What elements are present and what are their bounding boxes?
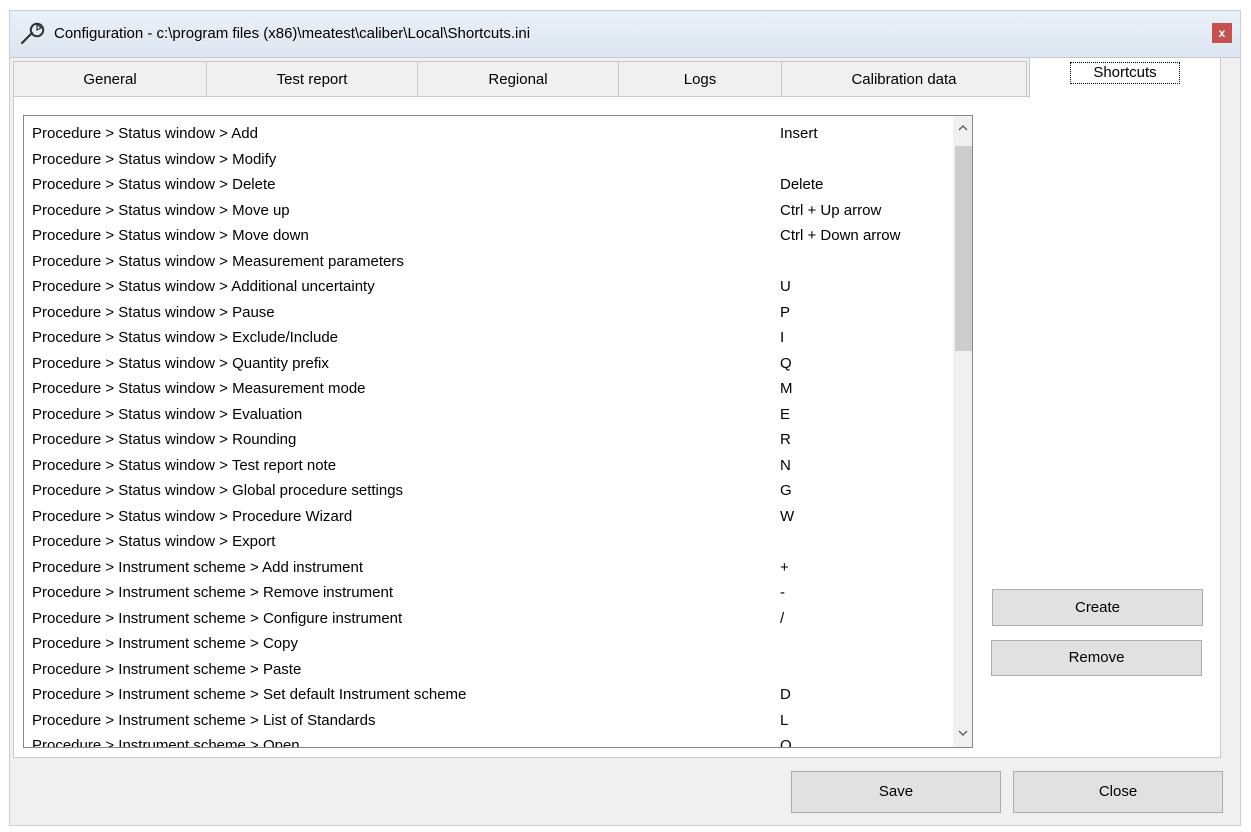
scroll-down-icon[interactable]	[953, 725, 972, 743]
list-item[interactable]: Procedure > Status window > Measurement …	[24, 249, 944, 275]
shortcut-command: Procedure > Status window > Test report …	[32, 456, 337, 474]
shortcut-key: Delete	[780, 176, 824, 193]
shortcut-command: Procedure > Status window > Measurement …	[32, 252, 404, 270]
tab-general[interactable]: General	[13, 61, 207, 97]
vertical-scrollbar[interactable]	[953, 116, 972, 747]
tab-label: General	[83, 71, 137, 88]
shortcut-command: Procedure > Instrument scheme > List of …	[32, 711, 376, 729]
list-item[interactable]: Procedure > Status window > Quantity pre…	[24, 351, 944, 377]
shortcut-command: Procedure > Instrument scheme > Paste	[32, 660, 302, 678]
shortcut-key: R	[780, 431, 791, 448]
shortcut-command: Procedure > Status window > Move down	[32, 227, 309, 244]
close-window-button[interactable]: x	[1212, 23, 1232, 43]
scroll-thumb[interactable]	[955, 146, 972, 351]
shortcut-key: M	[780, 380, 793, 397]
shortcut-command: Procedure > Status window > Rounding	[32, 431, 297, 448]
list-item[interactable]: Procedure > Instrument scheme > Add inst…	[24, 555, 944, 581]
shortcut-command: Procedure > Status window > Procedure Wi…	[32, 507, 353, 525]
tab-calibration-data[interactable]: Calibration data	[781, 61, 1027, 97]
shortcut-key: P	[780, 303, 791, 321]
shortcut-key: O	[780, 737, 792, 748]
shortcut-list[interactable]: Procedure > Instrument scheme > Open O Pro…	[23, 115, 973, 748]
shortcut-key: D	[780, 686, 791, 703]
tab-label: Test report	[276, 71, 348, 88]
shortcut-command: Procedure > Status window > Quantity pre…	[32, 354, 329, 372]
list-item[interactable]: Procedure > Status window > Additional u…	[24, 274, 944, 300]
shortcut-key: G	[780, 482, 792, 499]
shortcut-command: Procedure > Status window > Delete	[32, 176, 276, 193]
list-item[interactable]: Procedure > Status window > Export	[24, 529, 944, 555]
list-item[interactable]: Procedure > Status window > Procedure Wi…	[24, 504, 944, 530]
create-button[interactable]: Create	[992, 589, 1203, 626]
shortcut-command: Procedure > Status window > Export	[32, 533, 276, 550]
shortcut-command: Procedure > Status window > Exclude/Incl…	[32, 329, 339, 346]
shortcut-command: Procedure > Status window > Global proce…	[32, 482, 404, 499]
remove-button[interactable]: Remove	[991, 640, 1202, 676]
tab-shortcuts[interactable]: Shortcuts	[1029, 57, 1221, 98]
tab-strip: General Test report Regional Logs Calibr…	[13, 57, 1221, 98]
list-item[interactable]: Procedure > Status window > Global proce…	[24, 478, 944, 504]
shortcut-command: Procedure > Status window > Additional u…	[32, 278, 375, 295]
shortcut-command: Procedure > Status window > Pause	[32, 303, 275, 321]
tab-label: Calibration data	[851, 71, 957, 88]
shortcut-key: /	[780, 609, 785, 627]
shortcut-key: Ctrl + Down arrow	[780, 227, 901, 244]
window-title: Configuration - c:\program files (x86)\m…	[54, 25, 531, 42]
shortcut-command: Procedure > Instrument scheme > Add inst…	[32, 558, 364, 576]
shortcut-key: Q	[780, 354, 792, 372]
list-item[interactable]: Procedure > Status window > Exclude/Incl…	[24, 325, 944, 351]
list-item[interactable]: Procedure > Status window > Add Insert	[24, 121, 944, 147]
list-item[interactable]: Procedure > Status window > Rounding R	[24, 427, 944, 453]
list-item[interactable]: Procedure > Status window > Move up Ctrl …	[24, 198, 944, 224]
tab-label: Shortcuts	[1070, 62, 1180, 84]
close-button[interactable]: Close	[1013, 771, 1223, 813]
shortcut-key: U	[780, 278, 791, 295]
shortcut-command: Procedure > Instrument scheme > Open	[32, 737, 300, 748]
list-item[interactable]: Procedure > Instrument scheme > Copy	[24, 631, 944, 657]
shortcut-command: Procedure > Instrument scheme > Set defa…	[32, 686, 467, 703]
shortcut-key: E	[780, 405, 791, 423]
wrench-icon	[20, 22, 45, 45]
shortcut-command: Procedure > Instrument scheme > Remove i…	[32, 584, 393, 601]
list-item[interactable]: Procedure > Instrument scheme > Configur…	[24, 606, 944, 632]
shortcut-command: Procedure > Status window > Modify	[32, 150, 277, 168]
shortcut-command: Procedure > Status window > Evaluation	[32, 405, 303, 423]
shortcut-command: Procedure > Instrument scheme > Configur…	[32, 609, 403, 627]
list-item[interactable]: Procedure > Status window > Test report …	[24, 453, 944, 479]
shortcut-command: Procedure > Status window > Move up	[32, 201, 290, 219]
tab-label: Logs	[683, 71, 717, 88]
shortcut-key: +	[780, 558, 789, 576]
list-item[interactable]: Procedure > Instrument scheme > Remove i…	[24, 580, 944, 606]
save-button[interactable]: Save	[791, 771, 1001, 813]
list-item[interactable]: Procedure > Instrument scheme > List of …	[24, 708, 944, 734]
shortcut-key: Insert	[780, 125, 818, 142]
list-item[interactable]: Procedure > Status window > Move down Ctr…	[24, 223, 944, 249]
tab-regional[interactable]: Regional	[417, 61, 619, 97]
tab-label: Regional	[488, 71, 548, 88]
list-item[interactable]: Procedure > Status window > Modify	[24, 147, 944, 173]
list-item[interactable]: Procedure > Instrument scheme > Paste	[24, 657, 944, 683]
tab-logs[interactable]: Logs	[618, 61, 782, 97]
list-item[interactable]: Procedure > Status window > Evaluation E	[24, 402, 944, 428]
shortcut-key: -	[780, 584, 785, 601]
shortcut-key: W	[780, 507, 795, 525]
list-item[interactable]: Procedure > Status window > Delete Delete	[24, 172, 944, 198]
shortcut-key: I	[780, 329, 785, 346]
title-bar[interactable]: Configuration - c:\program files (x86)\m…	[10, 11, 1240, 58]
list-item[interactable]: Procedure > Status window > Measurement …	[24, 376, 944, 402]
shortcut-key: Ctrl + Up arrow	[780, 201, 882, 219]
list-item[interactable]: Procedure > Instrument scheme > Open O	[24, 733, 944, 748]
shortcut-command: Procedure > Instrument scheme > Copy	[32, 635, 298, 652]
scroll-up-icon[interactable]	[953, 120, 972, 138]
shortcut-key: L	[780, 711, 789, 729]
shortcut-command: Procedure > Status window > Add	[32, 125, 258, 142]
shortcut-key: N	[780, 456, 791, 474]
tab-test-report[interactable]: Test report	[206, 61, 418, 97]
list-item[interactable]: Procedure > Instrument scheme > Set defa…	[24, 682, 944, 708]
list-item[interactable]: Procedure > Status window > Pause P	[24, 300, 944, 326]
shortcut-command: Procedure > Status window > Measurement …	[32, 380, 366, 397]
